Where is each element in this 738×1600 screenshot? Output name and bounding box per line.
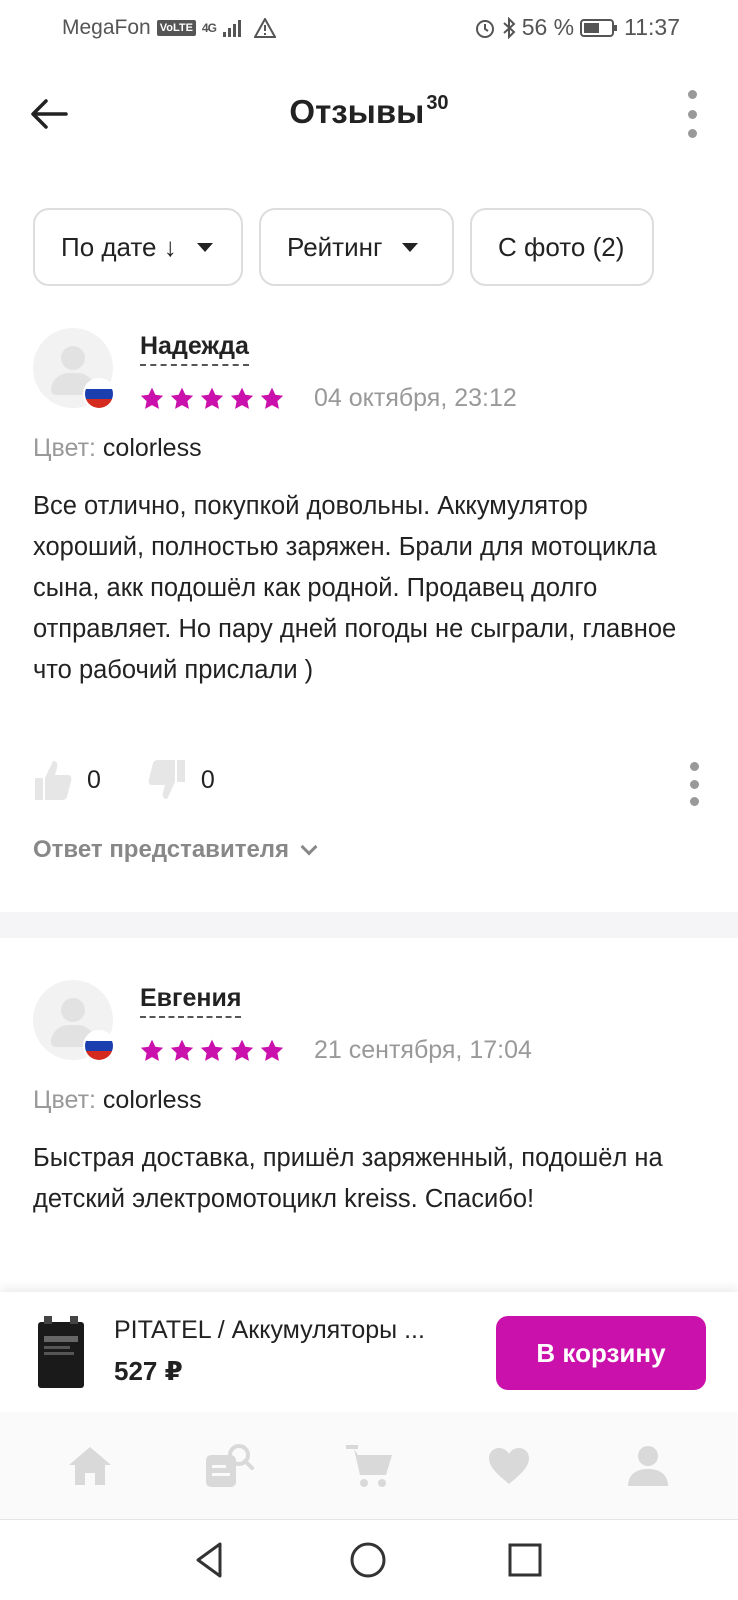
chip-label: По дате ↓ bbox=[61, 231, 177, 262]
review-more-button[interactable] bbox=[682, 762, 706, 806]
like-button[interactable]: 0 bbox=[33, 758, 101, 802]
avatar bbox=[33, 980, 115, 1062]
bottom-navigation bbox=[0, 1412, 738, 1520]
like-count: 0 bbox=[87, 765, 101, 794]
dot-icon bbox=[687, 129, 697, 138]
signal-icon bbox=[222, 20, 241, 37]
star-icon bbox=[140, 387, 164, 409]
color-label: Цвет: bbox=[33, 1086, 96, 1114]
carrier-name: MegaFon bbox=[62, 16, 151, 39]
cart-icon bbox=[345, 1444, 392, 1487]
nav-cart[interactable] bbox=[329, 1426, 409, 1506]
nav-home[interactable] bbox=[50, 1426, 130, 1506]
volte-badge: VoLTE bbox=[156, 20, 196, 36]
review-count: 30 bbox=[426, 92, 449, 114]
heart-icon bbox=[488, 1447, 529, 1484]
alarm-icon bbox=[475, 19, 494, 38]
vote-row: 0 0 bbox=[33, 758, 215, 802]
chip-label: Рейтинг bbox=[287, 231, 383, 262]
dot-icon bbox=[687, 109, 697, 119]
rating-stars bbox=[139, 1038, 285, 1064]
profile-icon bbox=[628, 1445, 669, 1486]
system-navigation bbox=[0, 1520, 738, 1600]
back-triangle-icon[interactable] bbox=[190, 1540, 230, 1580]
color-attribute: Цвет: colorless bbox=[33, 434, 202, 463]
seller-reply-toggle[interactable]: Ответ представителя bbox=[33, 836, 318, 864]
thumbs-down-icon bbox=[148, 760, 185, 799]
russia-flag-icon bbox=[83, 1030, 115, 1062]
chevron-down-icon bbox=[300, 838, 318, 856]
clock: 11:37 bbox=[624, 14, 680, 40]
star-icon bbox=[140, 1039, 164, 1061]
status-bar: MegaFon VoLTE 4G 56 % 11:37 bbox=[0, 0, 738, 56]
page-title: Отзывы 30 bbox=[0, 92, 738, 131]
network-type: 4G bbox=[201, 21, 217, 35]
color-attribute: Цвет: colorless bbox=[33, 1086, 202, 1115]
russia-flag-icon bbox=[83, 378, 115, 410]
dislike-button[interactable]: 0 bbox=[147, 758, 215, 802]
star-icon bbox=[260, 1039, 284, 1061]
caret-down-icon bbox=[402, 242, 419, 252]
home-circle-icon[interactable] bbox=[348, 1540, 388, 1580]
home-icon bbox=[68, 1446, 111, 1485]
catalog-search-icon bbox=[206, 1443, 255, 1487]
dot-icon bbox=[689, 762, 699, 771]
add-to-cart-button[interactable]: В корзину bbox=[496, 1316, 706, 1390]
reviewer-name[interactable]: Надежда bbox=[140, 332, 249, 366]
color-value: colorless bbox=[102, 1086, 202, 1114]
dot-icon bbox=[689, 779, 699, 789]
rating-stars bbox=[139, 386, 285, 412]
product-name[interactable]: PITATEL / Аккумуляторы ... bbox=[114, 1316, 474, 1345]
nav-catalog[interactable] bbox=[189, 1426, 269, 1506]
review-text: Все отлично, покупкой довольны. Аккумуля… bbox=[33, 492, 677, 684]
star-icon bbox=[170, 1039, 194, 1061]
product-price: 527 ₽ bbox=[114, 1356, 183, 1386]
caret-down-icon bbox=[196, 242, 213, 252]
dot-icon bbox=[687, 90, 697, 99]
review-date: 21 сентября, 17:04 bbox=[314, 1036, 532, 1064]
battery-percent: 56 % bbox=[521, 14, 575, 40]
thumbs-up-icon bbox=[35, 761, 72, 800]
rating-filter-chip[interactable]: Рейтинг bbox=[259, 208, 454, 286]
star-icon bbox=[230, 1039, 254, 1061]
battery-icon bbox=[580, 18, 618, 37]
product-bar: PITATEL / Аккумуляторы ... 527 ₽ В корзи… bbox=[0, 1292, 738, 1412]
star-icon bbox=[170, 387, 194, 409]
color-label: Цвет: bbox=[33, 434, 96, 462]
sort-by-date-chip[interactable]: По дате ↓ bbox=[33, 208, 243, 286]
warning-icon bbox=[253, 18, 276, 38]
star-icon bbox=[200, 387, 224, 409]
seller-reply-label: Ответ представителя bbox=[33, 836, 290, 863]
more-menu-button[interactable] bbox=[680, 90, 704, 138]
page-title-text: Отзывы bbox=[289, 93, 425, 130]
bluetooth-icon bbox=[503, 16, 516, 39]
star-icon bbox=[230, 387, 254, 409]
app-header: Отзывы 30 bbox=[0, 70, 738, 156]
review-date: 04 октября, 23:12 bbox=[314, 384, 517, 412]
review-text: Быстрая доставка, пришёл заряженный, под… bbox=[33, 1144, 663, 1213]
avatar bbox=[33, 328, 115, 410]
product-thumbnail[interactable] bbox=[34, 1314, 88, 1390]
with-photo-chip[interactable]: С фото (2) bbox=[470, 208, 654, 286]
star-icon bbox=[200, 1039, 224, 1061]
filter-bar: По дате ↓ Рейтинг С фото (2) bbox=[33, 208, 654, 286]
color-value: colorless bbox=[102, 434, 202, 462]
chip-label: С фото (2) bbox=[498, 231, 625, 262]
dot-icon bbox=[689, 797, 699, 806]
reviewer-name[interactable]: Евгения bbox=[140, 984, 242, 1018]
nav-profile[interactable] bbox=[608, 1426, 688, 1506]
status-left: MegaFon VoLTE 4G bbox=[62, 16, 276, 40]
star-icon bbox=[260, 387, 284, 409]
section-divider bbox=[0, 912, 738, 938]
status-right: 56 % 11:37 bbox=[474, 14, 680, 41]
dislike-count: 0 bbox=[200, 765, 215, 794]
recents-square-icon[interactable] bbox=[505, 1540, 545, 1580]
nav-favorites[interactable] bbox=[469, 1426, 549, 1506]
